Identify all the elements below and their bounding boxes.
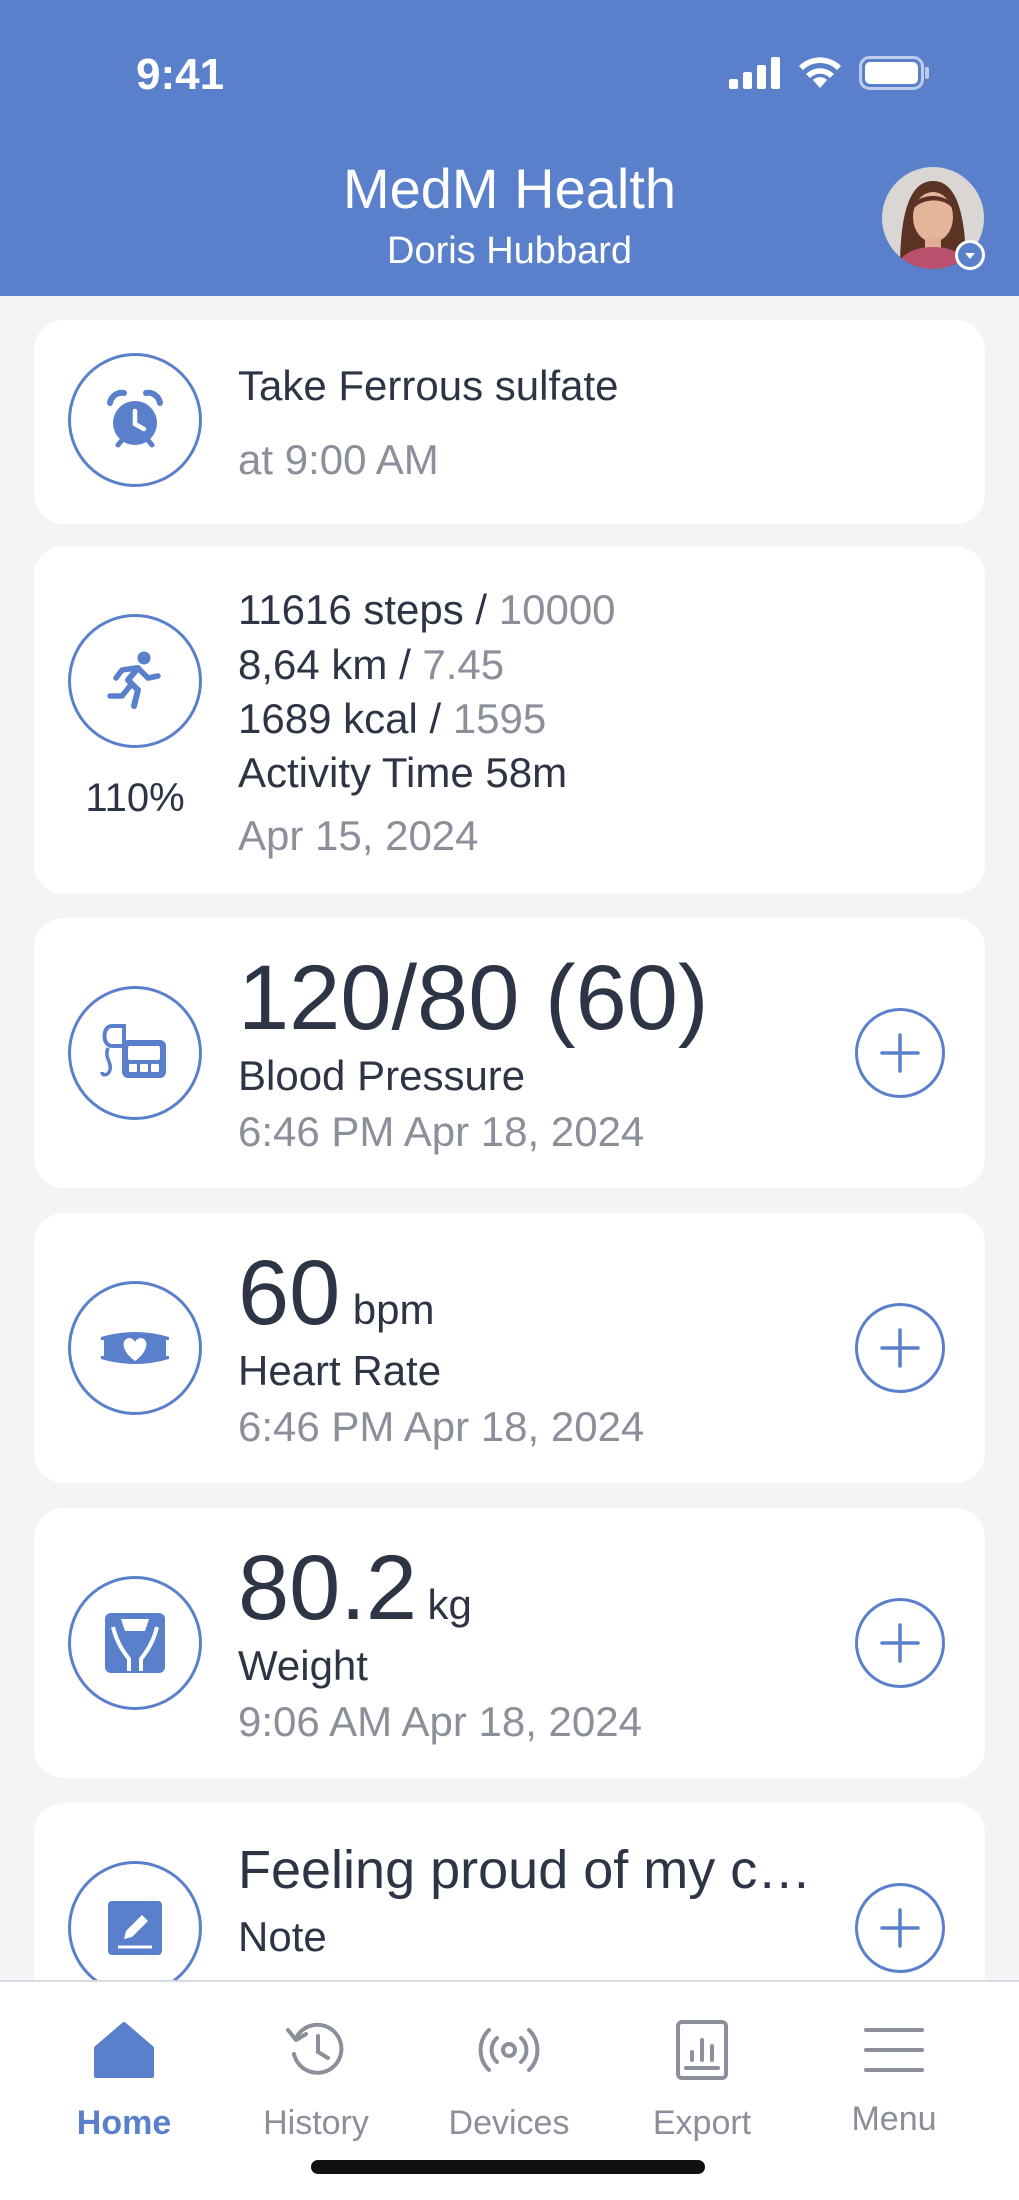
note-pencil-icon: [68, 1861, 202, 1995]
wifi-icon: [799, 57, 841, 88]
blood-pressure-card[interactable]: 120/80 (60) Blood Pressure 6:46 PM Apr 1…: [34, 918, 985, 1188]
note-label: Note: [238, 1913, 327, 1960]
distance-value: 8,64 km /: [238, 641, 423, 688]
plus-icon: [880, 1328, 920, 1368]
steps-value: 11616 steps /: [238, 586, 499, 633]
heart-rate-date: 6:46 PM Apr 18, 2024: [238, 1403, 645, 1450]
battery-icon: [859, 56, 929, 90]
tab-menu-label: Menu: [851, 2100, 937, 2138]
activity-time: Activity Time 58m: [238, 749, 568, 796]
running-person-icon: [68, 614, 202, 748]
user-name: Doris Hubbard: [387, 230, 632, 272]
add-heart-rate-button[interactable]: [855, 1303, 945, 1393]
heart-rate-card[interactable]: 60 bpm Heart Rate 6:46 PM Apr 18, 2024: [34, 1213, 985, 1483]
account-dropdown-icon[interactable]: [955, 240, 985, 270]
plus-icon: [880, 1908, 920, 1948]
tab-home-label: Home: [76, 2104, 172, 2142]
status-icons: [729, 56, 931, 90]
blood-pressure-date: 6:46 PM Apr 18, 2024: [238, 1108, 645, 1155]
heart-strap-icon: [68, 1281, 202, 1415]
export-icon: [676, 2020, 728, 2080]
add-note-button[interactable]: [855, 1883, 945, 1973]
plus-icon: [880, 1033, 920, 1073]
signal-icon: [729, 57, 780, 89]
tab-history-label: History: [263, 2104, 369, 2142]
kcal-value: 1689 kcal /: [238, 695, 453, 742]
activity-percent: 110%: [85, 776, 185, 820]
distance-goal: 7.45: [422, 641, 505, 688]
devices-icon: [478, 2028, 540, 2072]
blood-pressure-monitor-icon: [68, 986, 202, 1120]
tab-menu[interactable]: Menu: [804, 1982, 984, 2142]
app-header: 9:41 MedM Health Doris Hubbard: [0, 0, 1019, 296]
heart-rate-label: Heart Rate: [238, 1347, 442, 1394]
activity-card[interactable]: 110% 11616 steps / 10000 8,64 km / 7.45 …: [34, 546, 985, 894]
add-blood-pressure-button[interactable]: [855, 1008, 945, 1098]
steps-goal: 10000: [498, 586, 616, 633]
activity-date: Apr 15, 2024: [238, 812, 479, 859]
reminder-card[interactable]: Take Ferrous sulfate at 9:00 AM: [34, 320, 985, 524]
tab-history[interactable]: History: [226, 1982, 406, 2142]
heart-rate-reading: 60 bpm: [238, 1241, 435, 1346]
tab-export[interactable]: Export: [612, 1982, 792, 2142]
scale-icon: [68, 1576, 202, 1710]
weight-label: Weight: [238, 1642, 368, 1689]
tab-home[interactable]: Home: [34, 1982, 214, 2142]
history-icon: [286, 2022, 344, 2075]
heart-rate-value: 60: [238, 1242, 341, 1344]
blood-pressure-label: Blood Pressure: [238, 1052, 526, 1099]
weight-value: 80.2: [238, 1537, 418, 1639]
tab-devices-label: Devices: [448, 2104, 570, 2142]
menu-icon: [864, 2028, 924, 2072]
weight-date: 9:06 AM Apr 18, 2024: [238, 1698, 642, 1745]
status-time: 9:41: [136, 50, 225, 99]
reminder-time: at 9:00 AM: [238, 436, 439, 483]
steps-line: 11616 steps / 10000: [238, 586, 616, 634]
blood-pressure-value: 120/80 (60): [238, 947, 709, 1049]
alarm-clock-icon: [68, 353, 202, 487]
home-icon: [94, 2022, 154, 2078]
weight-reading: 80.2 kg: [238, 1536, 472, 1641]
weight-card[interactable]: 80.2 kg Weight 9:06 AM Apr 18, 2024: [34, 1508, 985, 1778]
plus-icon: [880, 1623, 920, 1663]
home-indicator: [311, 2160, 705, 2174]
reminder-title: Take Ferrous sulfate: [238, 362, 619, 409]
distance-line: 8,64 km / 7.45: [238, 641, 504, 689]
tab-devices[interactable]: Devices: [419, 1982, 599, 2142]
tab-export-label: Export: [652, 2104, 752, 2142]
weight-unit: kg: [427, 1581, 472, 1628]
add-weight-button[interactable]: [855, 1598, 945, 1688]
heart-rate-unit: bpm: [352, 1286, 435, 1333]
kcal-line: 1689 kcal / 1595: [238, 695, 546, 743]
kcal-goal: 1595: [452, 695, 547, 742]
app-title: MedM Health: [342, 157, 677, 220]
note-value: Feeling proud of my c…: [238, 1840, 812, 1900]
